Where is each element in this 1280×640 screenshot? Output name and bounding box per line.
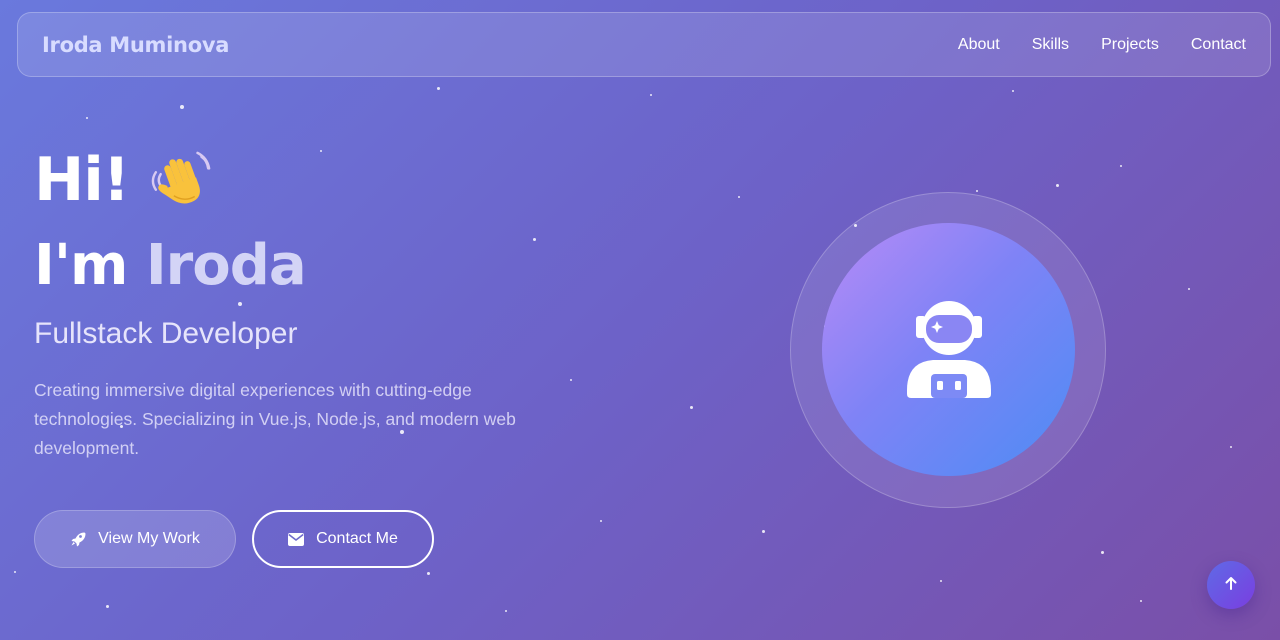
- hero-greeting: Hi!: [34, 142, 213, 218]
- contact-me-label: Contact Me: [316, 530, 398, 547]
- greeting-text: Hi!: [34, 145, 130, 215]
- top-navbar: Iroda Muminova About Skills Projects Con…: [17, 12, 1271, 77]
- contact-me-button[interactable]: Contact Me: [252, 510, 434, 568]
- scroll-to-top-button[interactable]: [1207, 561, 1255, 609]
- hero-description: Creating immersive digital experiences w…: [34, 380, 516, 458]
- rocket-icon: [70, 531, 86, 547]
- nav-link-skills[interactable]: Skills: [1032, 36, 1069, 54]
- brand-name[interactable]: Iroda Muminova: [42, 33, 229, 57]
- nav-link-about[interactable]: About: [958, 36, 1000, 54]
- hero-role: Fullstack Developer: [34, 317, 298, 350]
- hero-name: I'm Iroda: [34, 228, 307, 304]
- envelope-icon: [288, 532, 305, 546]
- view-my-work-label: View My Work: [98, 530, 200, 547]
- name-prefix: I'm: [34, 233, 146, 298]
- arrow-up-icon: [1223, 575, 1239, 595]
- waving-hand-icon: [151, 149, 213, 211]
- astronaut-icon: [904, 298, 994, 402]
- nav-links: About Skills Projects Contact: [958, 36, 1246, 54]
- avatar: [822, 223, 1075, 476]
- name-highlight: Iroda: [145, 233, 307, 298]
- view-my-work-button[interactable]: View My Work: [34, 510, 236, 568]
- nav-link-projects[interactable]: Projects: [1101, 36, 1159, 54]
- nav-link-contact[interactable]: Contact: [1191, 36, 1246, 54]
